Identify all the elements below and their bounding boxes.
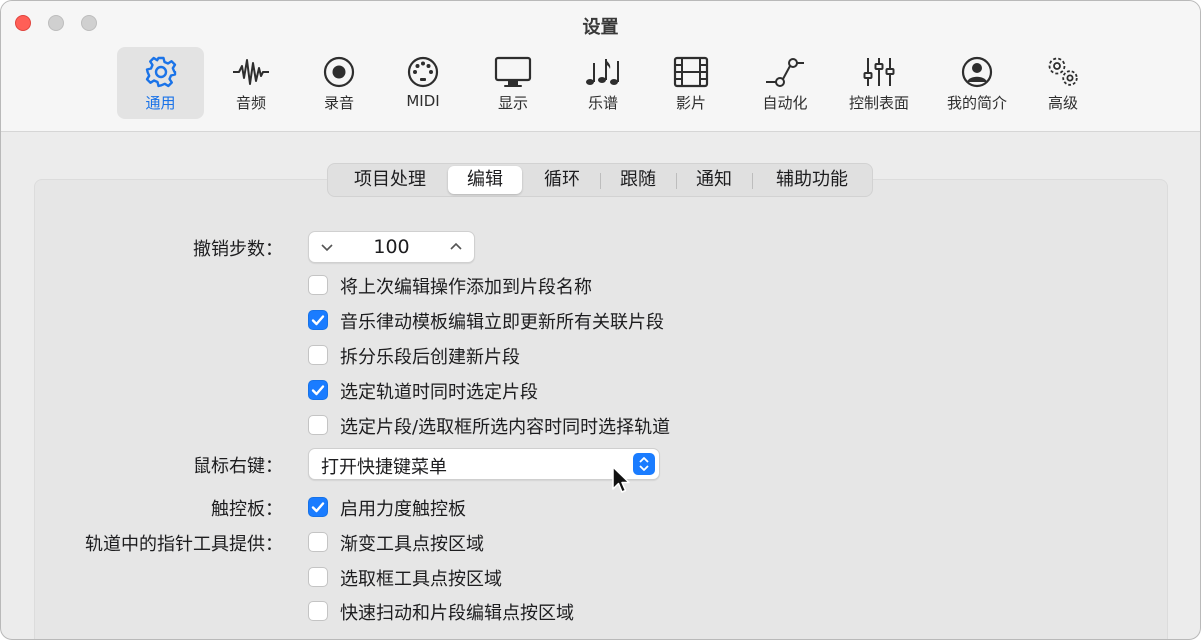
profile-icon (961, 56, 993, 88)
checkbox[interactable] (308, 415, 328, 435)
toolbar-label: 通用 (145, 94, 176, 112)
option-label: 音乐律动模板编辑立即更新所有关联片段 (340, 312, 664, 333)
toolbar-item-display[interactable]: 显示 (473, 47, 553, 119)
checkbox[interactable] (308, 275, 328, 295)
toolbar-item-movie[interactable]: 影片 (651, 47, 731, 119)
checkmark-icon (311, 502, 325, 513)
tab-divider (676, 173, 677, 189)
window-title: 设置 (582, 17, 619, 38)
toolbar: 设置 通用 音频 录音 MIDI 显示 乐谱 影片 自动化 控制表面 我的简介 … (1, 1, 1200, 132)
toolbar-item-advanced[interactable]: 高级 (1023, 47, 1103, 119)
toolbar-item-control-surfaces[interactable]: 控制表面 (837, 47, 921, 119)
checkbox[interactable] (308, 380, 328, 400)
tab-project-handling[interactable]: 项目处理 (336, 164, 444, 196)
record-icon (323, 56, 355, 88)
gear-icon (145, 56, 176, 88)
option-label: 拆分乐段后创建新片段 (340, 347, 520, 368)
toolbar-item-audio[interactable]: 音频 (211, 47, 291, 119)
film-icon (673, 56, 709, 88)
tab-bar: 项目处理 编辑 循环 跟随 通知 辅助功能 (327, 163, 873, 197)
checkbox[interactable] (308, 497, 328, 517)
checkbox[interactable] (308, 532, 328, 552)
popup-arrows-button[interactable] (633, 453, 655, 475)
pointer-tool-label: 轨道中的指针工具提供： (85, 534, 283, 555)
undo-steps-label: 撤销步数： (193, 239, 283, 260)
checkmark-icon (311, 315, 325, 326)
option-label: 选定片段/选取框所选内容时同时选择轨道 (340, 417, 671, 438)
checkbox[interactable] (308, 567, 328, 587)
right-click-popup[interactable]: 打开快捷键菜单 (308, 448, 660, 480)
toolbar-label: 乐谱 (587, 94, 618, 112)
tab-editing[interactable]: 编辑 (448, 166, 522, 194)
toolbar-label: 我的简介 (946, 94, 1007, 112)
tab-cycle[interactable]: 循环 (526, 164, 598, 196)
option-label: 选定轨道时同时选定片段 (340, 382, 538, 403)
toolbar-label: 录音 (323, 94, 354, 112)
sliders-icon (863, 58, 895, 86)
undo-steps-stepper[interactable]: 100 (308, 231, 475, 263)
option-label: 快速扫动和片段编辑点按区域 (340, 603, 574, 624)
checkmark-icon (311, 385, 325, 396)
toolbar-item-general[interactable]: 通用 (117, 47, 204, 119)
up-down-chevron-icon (639, 457, 649, 471)
option-label: 选取框工具点按区域 (340, 569, 502, 590)
toolbar-item-score[interactable]: 乐谱 (563, 47, 643, 119)
waveform-icon (233, 59, 269, 85)
tab-catch[interactable]: 跟随 (602, 164, 674, 196)
toolbar-label: 显示 (497, 94, 528, 112)
right-click-value: 打开快捷键菜单 (321, 457, 447, 478)
display-icon (494, 56, 532, 87)
toolbar-label: 高级 (1047, 94, 1078, 112)
trackpad-label: 触控板： (211, 499, 283, 520)
toolbar-item-midi[interactable]: MIDI (383, 47, 463, 119)
toolbar-item-recording[interactable]: 录音 (299, 47, 379, 119)
tab-divider (600, 173, 601, 189)
option-label: 启用力度触控板 (340, 499, 466, 520)
midi-port-icon (407, 56, 439, 88)
right-click-label: 鼠标右键： (193, 456, 283, 477)
mouse-cursor-icon (612, 466, 630, 493)
toolbar-label: 影片 (675, 94, 706, 112)
checkbox[interactable] (308, 601, 328, 621)
toolbar-label: MIDI (406, 92, 440, 110)
checkbox[interactable] (308, 310, 328, 330)
toolbar-label: 控制表面 (848, 94, 909, 112)
tab-notifications[interactable]: 通知 (678, 164, 750, 196)
toolbar-item-automation[interactable]: 自动化 (741, 47, 829, 119)
music-notes-icon (586, 59, 619, 85)
toolbar-label: 音频 (235, 94, 266, 112)
tab-accessibility[interactable]: 辅助功能 (754, 164, 870, 196)
settings-window: 设置 通用 音频 录音 MIDI 显示 乐谱 影片 自动化 控制表面 我的简介 … (0, 0, 1201, 640)
checkbox[interactable] (308, 345, 328, 365)
toolbar-label: 自动化 (762, 94, 808, 112)
tab-divider (752, 173, 753, 189)
automation-icon (766, 58, 804, 87)
chevron-up-icon[interactable] (448, 239, 464, 255)
gears-icon (1048, 57, 1078, 86)
toolbar-item-my-info[interactable]: 我的简介 (935, 47, 1019, 119)
option-label: 将上次编辑操作添加到片段名称 (340, 277, 592, 298)
option-label: 渐变工具点按区域 (340, 534, 484, 555)
